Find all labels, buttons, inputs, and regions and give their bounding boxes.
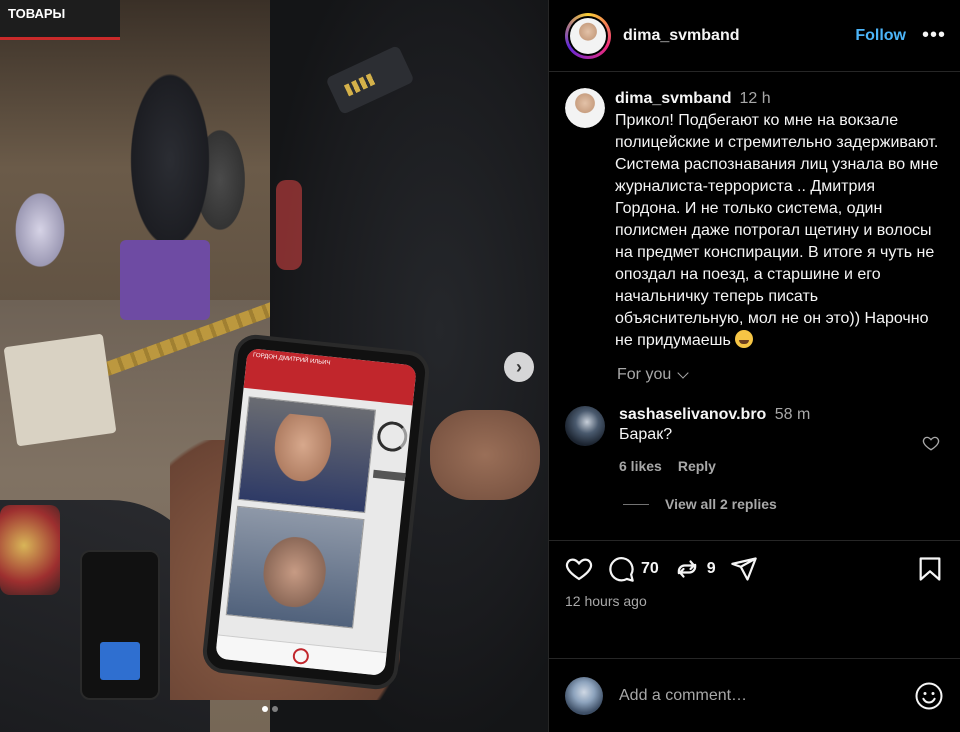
commenter-username[interactable]: sashaselivanov.bro [619, 406, 766, 423]
match-photo-reference [237, 396, 377, 514]
post-header: dima_svmband Follow ••• [549, 0, 960, 72]
officer-hand [430, 410, 540, 500]
save-button[interactable] [916, 555, 944, 583]
post-actions: 70 9 12 hours ago [549, 540, 960, 658]
comments-scroll[interactable]: dima_svmband 12 h Прикол! Подбегают ко мн… [549, 72, 960, 540]
post-media[interactable]: ТОВАРЫ ГОРДОН ДМИТРИЙ ИЛЬИЧ › [0, 0, 548, 732]
current-user-avatar [565, 676, 603, 715]
comments-count: 70 [641, 560, 659, 577]
comment-text: Барак? [619, 426, 673, 443]
shop-sign: ТОВАРЫ [0, 0, 120, 40]
carousel-dots [262, 706, 278, 712]
view-replies-label: View all 2 replies [665, 496, 777, 512]
like-button[interactable] [565, 555, 593, 583]
heart-icon [565, 558, 593, 581]
comment-icon [609, 557, 634, 582]
comment-likes[interactable]: 6 likes [619, 458, 662, 474]
replies-line [623, 503, 649, 505]
post-caption: dima_svmband 12 h Прикол! Подбегают ко мн… [565, 88, 944, 352]
post-sidebar: dima_svmband Follow ••• dima_svmband 12 h… [548, 0, 960, 732]
emoji-picker-icon[interactable] [914, 681, 944, 711]
author-avatar[interactable] [565, 12, 611, 59]
match-tag [372, 469, 406, 482]
for-you-label: For you [617, 366, 672, 383]
police-badge [0, 505, 60, 595]
chevron-down-icon [677, 367, 689, 379]
purple-bag [120, 240, 210, 320]
view-replies-button[interactable]: View all 2 replies [623, 496, 944, 512]
match-photo-captured [225, 505, 365, 629]
comment-reply-button[interactable]: Reply [678, 458, 716, 474]
comment-item: sashaselivanov.bro 58 m Барак? 6 likes R… [565, 406, 944, 474]
post-timestamp: 12 hours ago [565, 593, 647, 609]
body-camera [80, 550, 160, 700]
commenter-avatar[interactable] [565, 406, 605, 446]
add-comment-bar [549, 658, 960, 732]
shoulder-patch [276, 180, 302, 270]
caption-username[interactable]: dima_svmband [615, 90, 731, 107]
match-gauge [375, 420, 409, 454]
post-viewer: ТОВАРЫ ГОРДОН ДМИТРИЙ ИЛЬИЧ › dima_svmba… [0, 0, 960, 732]
comment-button[interactable]: 70 [607, 555, 659, 583]
next-slide-button[interactable]: › [504, 352, 534, 382]
share-button[interactable] [730, 555, 758, 583]
phone-header: ГОРДОН ДМИТРИЙ ИЛЬИЧ [243, 347, 417, 406]
more-options-icon[interactable]: ••• [922, 24, 945, 47]
carousel-dot-1 [262, 706, 268, 712]
grinning-squinting-face-emoji [735, 330, 754, 348]
bookmark-icon [919, 557, 941, 581]
face-recognition-phone: ГОРДОН ДМИТРИЙ ИЛЬИЧ [200, 332, 432, 692]
caption-avatar[interactable] [565, 88, 605, 128]
for-you-sort[interactable]: For you [617, 366, 944, 384]
phone-navbar [215, 634, 387, 677]
carousel-dot-2 [272, 706, 278, 712]
add-comment-input[interactable] [619, 686, 914, 705]
shopping-tote [3, 333, 117, 447]
repost-button[interactable]: 9 [673, 555, 716, 583]
phone-screen: ГОРДОН ДМИТРИЙ ИЛЬИЧ [215, 347, 417, 677]
comment-heart-icon[interactable] [922, 434, 940, 452]
reposts-count: 9 [706, 560, 716, 577]
follow-button[interactable]: Follow [855, 27, 906, 45]
author-username[interactable]: dima_svmband [623, 27, 739, 45]
share-icon [730, 557, 757, 581]
repost-icon [677, 560, 697, 578]
caption-text: Прикол! Подбегают ко мне на вокзале поли… [615, 112, 943, 349]
caption-time: 12 h [739, 90, 771, 107]
comment-time: 58 m [774, 406, 811, 423]
